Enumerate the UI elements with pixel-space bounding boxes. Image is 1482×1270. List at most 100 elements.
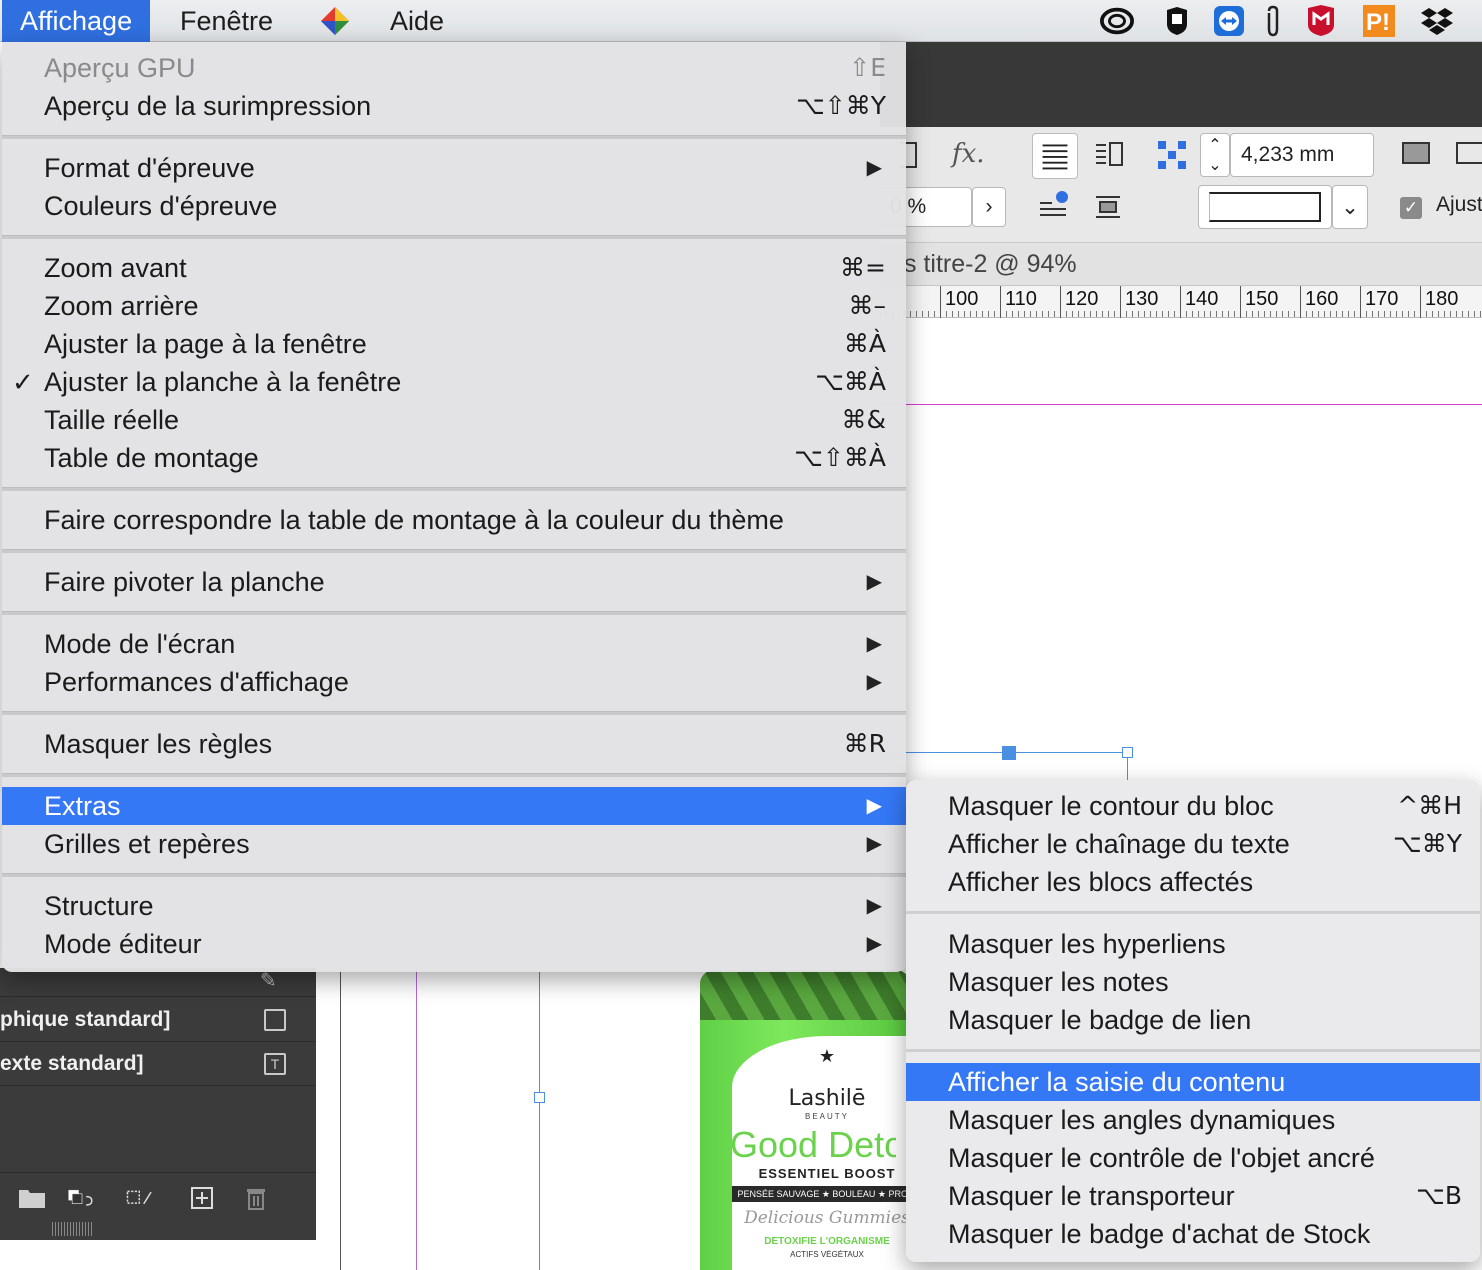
- submenu-item-angles-dynamiques[interactable]: Masquer les angles dynamiques: [906, 1101, 1480, 1139]
- menu-item-pivoter-planche[interactable]: Faire pivoter la planche ▶: [2, 563, 906, 601]
- align-justify-icon[interactable]: [1032, 133, 1078, 179]
- chevron-down-icon[interactable]: ⌄: [1332, 185, 1368, 229]
- clear-overrides-icon[interactable]: [68, 1186, 96, 1210]
- menu-item-mode-editeur[interactable]: Mode éditeur ▶: [2, 925, 906, 963]
- wrap-settings-icon[interactable]: [1036, 189, 1072, 225]
- margin-guide: [880, 404, 1482, 405]
- affichage-menu: Aperçu GPU ⇧E Aperçu de la surimpression…: [2, 42, 906, 972]
- stepper[interactable]: ⌃ ⌄: [1200, 133, 1230, 177]
- selection-handle[interactable]: [1122, 747, 1133, 758]
- ruler-mark: 100: [940, 286, 978, 318]
- menu-item-mode-ecran[interactable]: Mode de l'écran ▶: [2, 625, 906, 663]
- menu-item-structure[interactable]: Structure ▶: [2, 887, 906, 925]
- menu-item-extras[interactable]: Extras ▶: [2, 787, 906, 825]
- resize-grip[interactable]: [52, 1222, 92, 1236]
- list-item[interactable]: exte standard] T: [0, 1042, 316, 1086]
- menu-item-ajuster-page[interactable]: Ajuster la page à la fenêtre ⌘À: [2, 325, 906, 363]
- menu-separator: [906, 1049, 1480, 1052]
- submenu-item-badge-stock[interactable]: Masquer le badge d'achat de Stock: [906, 1215, 1480, 1253]
- app-colors-icon[interactable]: [318, 4, 352, 38]
- graphic-frame-icon: [264, 1009, 286, 1031]
- menu-separator: [2, 773, 906, 777]
- product-image[interactable]: ★ Lashilē BEAUTY Good Deto ESSENTIEL BOO…: [700, 970, 910, 1270]
- fit-content-icon[interactable]: [1452, 135, 1482, 171]
- menu-item-grilles-reperes[interactable]: Grilles et repères ▶: [2, 825, 906, 863]
- ruler-mark: 140: [1180, 286, 1218, 318]
- ruler-mark: 120: [1060, 286, 1098, 318]
- menu-item-couleurs-epreuve[interactable]: Couleurs d'épreuve: [2, 187, 906, 225]
- ruler-mark: 170: [1360, 286, 1398, 318]
- menu-item-taille-reelle[interactable]: Taille réelle ⌘&: [2, 401, 906, 439]
- menu-item-couleur-theme[interactable]: Faire correspondre la table de montage à…: [2, 501, 906, 539]
- menu-item-ajuster-planche[interactable]: ✓ Ajuster la planche à la fenêtre ⌥⌘À: [2, 363, 906, 401]
- dropbox-icon[interactable]: [1420, 4, 1454, 38]
- menu-item-zoom-avant[interactable]: Zoom avant ⌘=: [2, 249, 906, 287]
- paperclip-icon[interactable]: [1256, 4, 1290, 38]
- ajust-label: Ajust: [1436, 193, 1482, 216]
- style-name: exte standard]: [0, 1052, 144, 1075]
- new-style-icon[interactable]: [188, 1186, 216, 1210]
- product-label: ★ Lashilē BEAUTY Good Deto ESSENTIEL BOO…: [730, 1036, 910, 1270]
- mcafee-icon[interactable]: [1304, 4, 1338, 38]
- product-line3: Delicious Gummies: [744, 1208, 910, 1228]
- list-item[interactable]: phique standard]: [0, 998, 316, 1042]
- menubar-fenetre[interactable]: Fenêtre: [162, 0, 291, 42]
- gummies-texture: [700, 970, 910, 1020]
- submenu-item-hyperliens[interactable]: Masquer les hyperliens: [906, 925, 1480, 963]
- chevron-right-icon[interactable]: ›: [972, 187, 1006, 227]
- submenu-item-chainage-texte[interactable]: Afficher le chaînage du texte ⌥⌘Y: [906, 825, 1480, 863]
- menu-item-apercu-surimpression[interactable]: Aperçu de la surimpression ⌥⇧⌘Y: [2, 87, 906, 125]
- text-wrap-icon[interactable]: [1090, 189, 1126, 225]
- submenu-item-badge-lien[interactable]: Masquer le badge de lien: [906, 1001, 1480, 1039]
- stroke-style-field[interactable]: [1198, 185, 1332, 229]
- checkmark-icon: ✓: [12, 367, 34, 397]
- clear-attributes-icon[interactable]: [126, 1186, 154, 1210]
- fit-frame-icon[interactable]: [1398, 135, 1434, 171]
- menubar-aide[interactable]: Aide: [372, 0, 462, 42]
- ruler-mark: 130: [1120, 286, 1158, 318]
- menu-item-table-montage[interactable]: Table de montage ⌥⇧⌘À: [2, 439, 906, 477]
- menu-item-masquer-regles[interactable]: Masquer les règles ⌘R: [2, 725, 906, 763]
- ruler-mark: 160: [1300, 286, 1338, 318]
- menu-item-zoom-arriere[interactable]: Zoom arrière ⌘–: [2, 287, 906, 325]
- submenu-arrow-icon: ▶: [866, 571, 882, 593]
- submenu-item-masquer-contour-bloc[interactable]: Masquer le contour du bloc ^⌘H: [906, 787, 1480, 825]
- dimension-field[interactable]: 4,233 mm: [1230, 133, 1374, 177]
- submenu-item-blocs-affectes[interactable]: Afficher les blocs affectés: [906, 863, 1480, 901]
- product-line4: DÉTOXIFIE L'ORGANISME: [764, 1236, 890, 1247]
- folder-icon[interactable]: [18, 1186, 46, 1210]
- reference-point-icon[interactable]: [1154, 137, 1190, 173]
- menu-separator: [2, 549, 906, 553]
- product-line5: ACTIFS VÉGÉTAUX: [790, 1250, 864, 1259]
- submenu-arrow-icon: ▶: [866, 933, 882, 955]
- sunburst-logo: ★: [818, 1046, 836, 1066]
- submenu-arrow-icon: ▶: [866, 157, 882, 179]
- columns-icon[interactable]: [1092, 137, 1128, 173]
- menu-item-format-epreuve[interactable]: Format d'épreuve ▶: [2, 149, 906, 187]
- teamviewer-icon[interactable]: [1212, 4, 1246, 38]
- submenu-item-transporteur[interactable]: Masquer le transporteur ⌥B: [906, 1177, 1480, 1215]
- trash-icon[interactable]: [242, 1186, 270, 1210]
- menubar-affichage[interactable]: Affichage: [2, 0, 151, 42]
- pn-icon[interactable]: P!: [1362, 4, 1396, 38]
- creative-cloud-icon[interactable]: [1100, 4, 1134, 38]
- ruler-mark: 110: [1000, 286, 1037, 318]
- svg-text:P!: P!: [1366, 9, 1390, 36]
- selection-handle[interactable]: [1002, 746, 1016, 760]
- brand-sub: BEAUTY: [804, 1112, 849, 1121]
- document-tab[interactable]: s titre-2 @ 94%: [880, 243, 1482, 286]
- product-line2: PENSÉE SAUVAGE ★ BOULEAU ★ PROBI: [732, 1186, 910, 1202]
- control-panel: fx. ⌃ ⌄ 4,233 mm 0 % › ⌄ ✓ Ajust: [880, 127, 1482, 243]
- brand-name: Lashilē: [788, 1086, 866, 1111]
- submenu-item-notes[interactable]: Masquer les notes: [906, 963, 1480, 1001]
- menu-item-performances-affichage[interactable]: Performances d'affichage ▶: [2, 663, 906, 701]
- stroke-preview: [1209, 192, 1321, 222]
- selection-handle[interactable]: [534, 1092, 545, 1103]
- shield-icon[interactable]: [1160, 4, 1194, 38]
- submenu-item-objet-ancre[interactable]: Masquer le contrôle de l'objet ancré: [906, 1139, 1480, 1177]
- horizontal-ruler: 100 110 120 130 140 150 160 170 180: [880, 286, 1482, 318]
- submenu-arrow-icon: ▶: [866, 633, 882, 655]
- submenu-item-saisie-contenu[interactable]: Afficher la saisie du contenu: [906, 1063, 1480, 1101]
- checkbox-checked[interactable]: ✓: [1400, 197, 1422, 219]
- fx-label[interactable]: fx.: [952, 139, 985, 169]
